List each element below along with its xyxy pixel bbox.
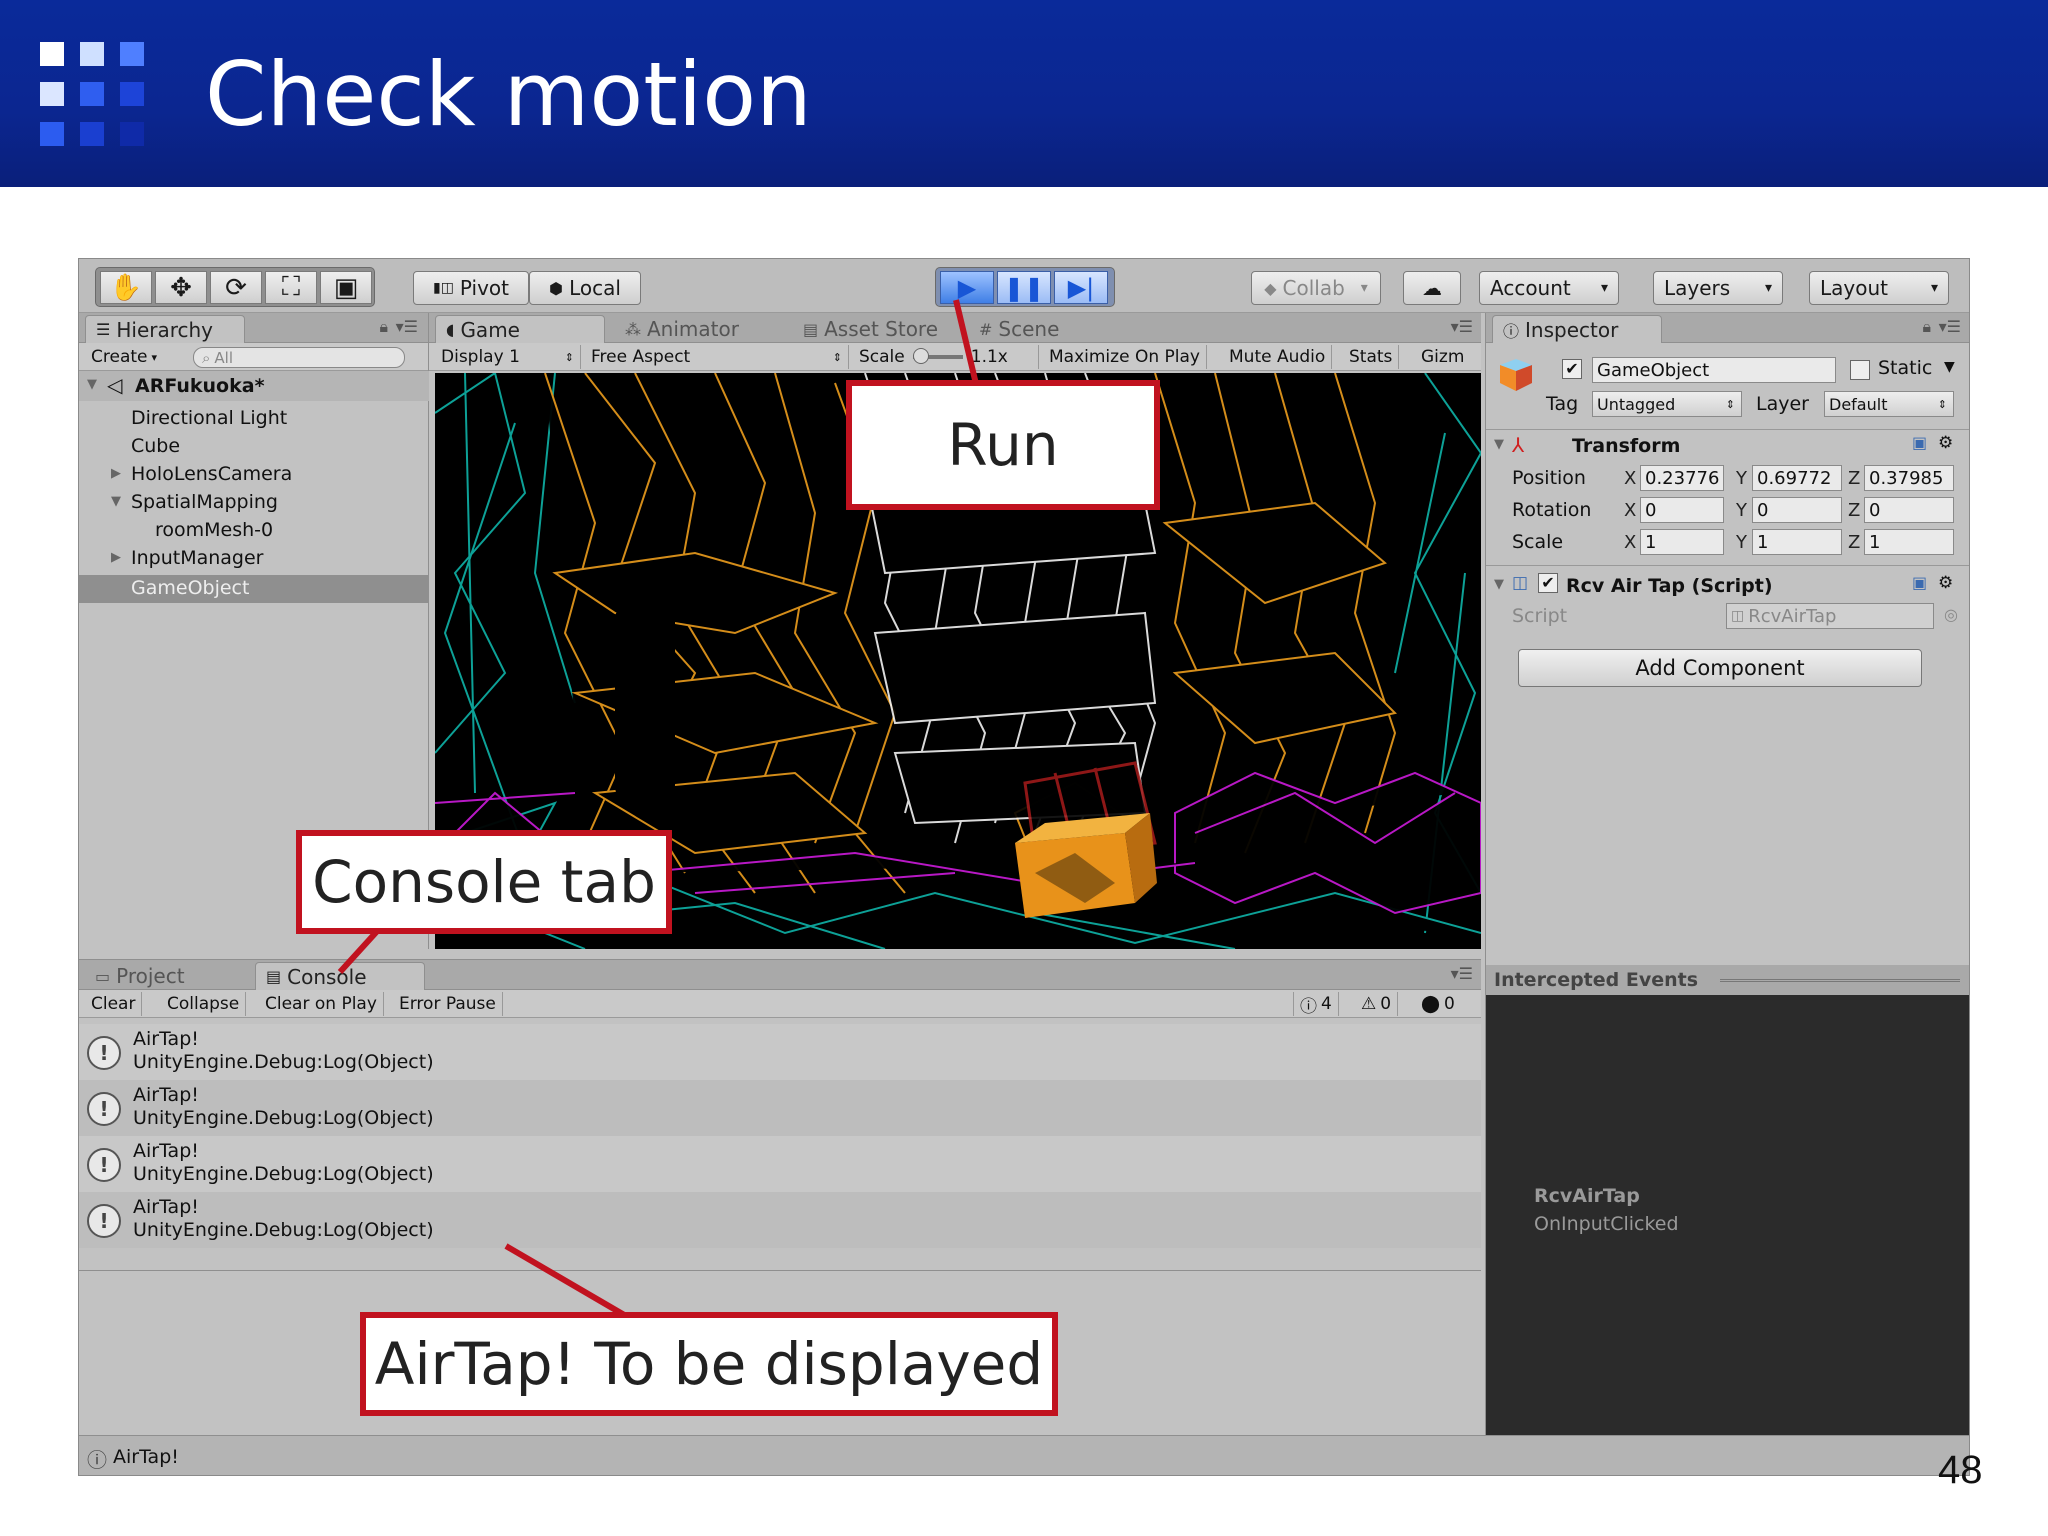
callout-run: Run bbox=[846, 380, 1160, 510]
callout-airtap-displayed: AirTap! To be displayed bbox=[360, 1312, 1058, 1416]
slide: Check motion ✋ ✥ ⟳ ⛶ ▣ ▮◫ Pivot ⬢ Local … bbox=[0, 0, 2048, 1536]
callout-console-tab: Console tab bbox=[296, 830, 672, 934]
page-number: 48 bbox=[1938, 1448, 1983, 1492]
annotation-lines bbox=[337, 299, 979, 1319]
